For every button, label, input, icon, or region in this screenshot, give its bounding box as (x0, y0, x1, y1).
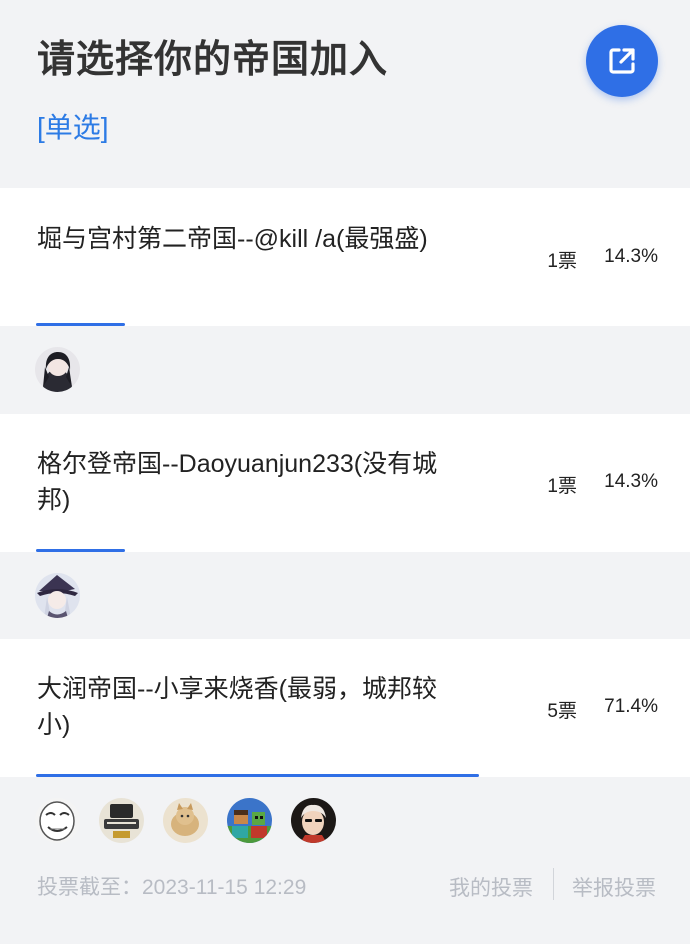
option-text: 格尔登帝国--Daoyuanjun233(没有城邦) (37, 450, 438, 514)
option-text: 堀与宫村第二帝国--@kill /a(最强盛) (37, 225, 428, 253)
option-vote-count: 1票 (547, 251, 577, 272)
poll-mode-label: [单选] (37, 112, 109, 143)
voter-avatar[interactable] (99, 798, 144, 843)
voter-avatar[interactable] (35, 573, 80, 618)
my-votes-link[interactable]: 我的投票 (449, 872, 533, 902)
option-percent: 71.4% (604, 696, 658, 717)
poll-header: 请选择你的帝国加入 [单选] (0, 0, 690, 188)
external-link-icon (609, 48, 635, 74)
option-vote-count: 1票 (547, 476, 577, 497)
voter-avatar[interactable] (227, 798, 272, 843)
option-voter-list (0, 777, 690, 865)
option-text: 大润帝国--小享来烧香(最弱，城邦较小) (37, 675, 437, 739)
poll-deadline: 投票截至：2023-11-15 12:29 (37, 876, 307, 899)
poll-option[interactable]: 大润帝国--小享来烧香(最弱，城邦较小) 5票 71.4% (0, 639, 690, 777)
poll-title: 请选择你的帝国加入 (37, 39, 389, 81)
option-vote-count: 5票 (547, 701, 577, 722)
poll-option[interactable]: 格尔登帝国--Daoyuanjun233(没有城邦) 1票 14.3% (0, 414, 690, 552)
voter-avatar[interactable] (35, 798, 80, 843)
option-percent: 14.3% (604, 246, 658, 267)
option-voter-list (0, 326, 690, 414)
poll-option[interactable]: 堀与宫村第二帝国--@kill /a(最强盛) 1票 14.3% (0, 188, 690, 326)
share-button[interactable] (586, 25, 658, 97)
option-percent: 14.3% (604, 471, 658, 492)
voter-avatar[interactable] (35, 347, 80, 392)
voter-avatar[interactable] (291, 798, 336, 843)
footer-divider (553, 868, 554, 900)
voter-avatar[interactable] (163, 798, 208, 843)
report-poll-link[interactable]: 举报投票 (572, 872, 656, 902)
option-voter-list (0, 552, 690, 640)
